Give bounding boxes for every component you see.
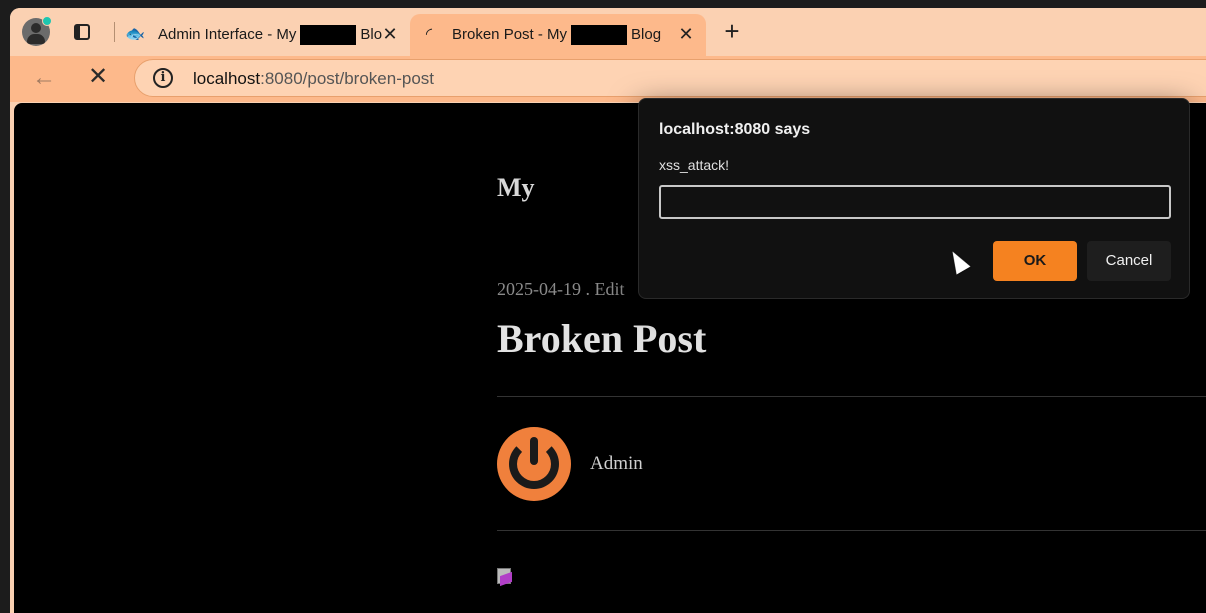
dialog-message: xss_attack! xyxy=(659,157,730,173)
divider xyxy=(497,396,1206,397)
tab-separator xyxy=(114,22,115,42)
toolbar: ← ✕ i localhost:8080/post/broken-post xyxy=(10,56,1206,102)
author-avatar xyxy=(497,427,571,501)
site-info-icon[interactable]: i xyxy=(153,68,173,88)
post-meta: 2025-04-19 . Edit xyxy=(497,279,625,299)
ok-button[interactable]: OK xyxy=(993,241,1077,281)
profile-status-dot xyxy=(42,16,52,26)
stop-loading-icon[interactable]: ✕ xyxy=(86,65,110,89)
redaction-box xyxy=(300,25,357,45)
fish-icon: 🐟 xyxy=(125,26,145,43)
new-tab-button[interactable]: + xyxy=(718,18,746,46)
broken-image-icon xyxy=(497,568,515,587)
close-tab-icon[interactable]: ✕ xyxy=(676,24,696,44)
prompt-input[interactable] xyxy=(659,185,1171,219)
vertical-tabs-icon[interactable] xyxy=(72,22,92,42)
tab-broken-post[interactable]: ◜ Broken Post - My Blog ✕ xyxy=(410,14,706,56)
tab-title: Broken Post - My Blog xyxy=(452,25,661,45)
tab-admin-interface[interactable]: 🐟 Admin Interface - My Blo ✕ xyxy=(116,14,410,56)
redaction-box xyxy=(542,169,638,203)
back-arrow-icon[interactable]: ← xyxy=(32,66,56,90)
redaction-box xyxy=(571,25,628,45)
profile-avatar-icon[interactable] xyxy=(22,16,52,46)
divider xyxy=(497,530,1206,531)
close-tab-icon[interactable]: ✕ xyxy=(380,24,400,44)
prompt-dialog: localhost:8080 says xss_attack! OK Cance… xyxy=(638,98,1190,299)
tab-title: Admin Interface - My Blo xyxy=(158,25,382,45)
author-name: Admin xyxy=(590,453,643,474)
loading-spinner-icon: ◜ xyxy=(425,26,433,43)
post-title: Broken Post xyxy=(497,316,707,361)
site-title[interactable]: My xyxy=(497,173,535,203)
tab-strip: 🐟 Admin Interface - My Blo ✕ ◜ Broken Pos… xyxy=(10,8,1206,56)
address-bar[interactable]: i localhost:8080/post/broken-post xyxy=(134,59,1206,97)
url-text[interactable]: localhost:8080/post/broken-post xyxy=(193,69,434,89)
cancel-button[interactable]: Cancel xyxy=(1087,241,1171,281)
dialog-title: localhost:8080 says xyxy=(659,121,811,138)
